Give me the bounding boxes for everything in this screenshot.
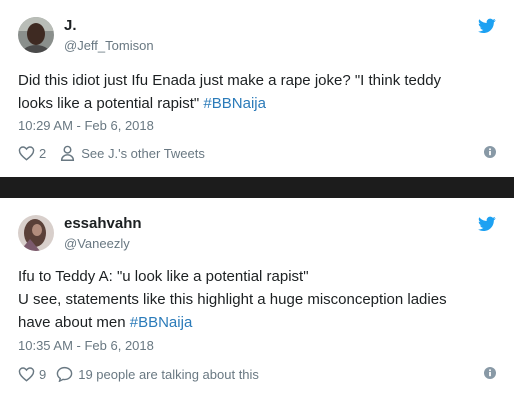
avatar[interactable]: [18, 17, 54, 53]
speech-bubble-icon: [56, 366, 73, 382]
tweet-card[interactable]: J. @Jeff_Tomison Did this idiot just Ifu…: [0, 0, 514, 177]
info-icon[interactable]: [484, 146, 496, 161]
tweet-actions: 2 See J.'s other Tweets: [18, 143, 496, 163]
tweet-timestamp[interactable]: 10:29 AM - Feb 6, 2018: [18, 118, 154, 133]
tweet-card[interactable]: essahvahn @Vaneezly Ifu to Teddy A: "u l…: [0, 198, 514, 403]
tweet-text-line: U see, statements like this highlight a …: [18, 291, 447, 308]
twitter-bird-icon[interactable]: [478, 18, 496, 34]
heart-icon[interactable]: [18, 366, 35, 382]
conversation-label[interactable]: 19 people are talking about this: [78, 367, 259, 382]
avatar[interactable]: [18, 215, 54, 251]
see-other-tweets-label[interactable]: See J.'s other Tweets: [81, 146, 205, 161]
tweet-text-line: Ifu to Teddy A: "u look like a potential…: [18, 268, 309, 285]
tweet-text-line: Did this idiot just Ifu Enada just make …: [18, 72, 442, 89]
author-handle[interactable]: @Jeff_Tomison: [64, 38, 154, 53]
author-name[interactable]: J.: [64, 17, 77, 34]
tweet-text: Did this idiot just Ifu Enada just make …: [18, 69, 496, 115]
like-count: 9: [39, 366, 47, 382]
tweet-timestamp[interactable]: 10:35 AM - Feb 6, 2018: [18, 338, 154, 353]
person-icon: [60, 145, 75, 161]
tweet-text-line: looks like a potential rapist": [18, 95, 204, 112]
twitter-bird-icon[interactable]: [478, 216, 496, 232]
info-icon[interactable]: [484, 367, 496, 382]
tweet-actions: 9 19 people are talking about this: [18, 364, 496, 384]
hashtag-link[interactable]: #BBNaija: [203, 95, 266, 112]
author-handle[interactable]: @Vaneezly: [64, 236, 130, 251]
conversation-link[interactable]: 19 people are talking about this: [56, 366, 259, 382]
like-button[interactable]: 9: [18, 366, 46, 382]
like-count: 2: [39, 145, 47, 161]
hashtag-link[interactable]: #BBNaija: [130, 314, 193, 331]
see-other-tweets-link[interactable]: See J.'s other Tweets: [60, 145, 205, 161]
author-name[interactable]: essahvahn: [64, 215, 142, 232]
tweet-text-line: have about men: [18, 314, 130, 331]
tweet-text: Ifu to Teddy A: "u look like a potential…: [18, 265, 496, 334]
like-button[interactable]: 2: [18, 145, 46, 161]
heart-icon[interactable]: [18, 145, 35, 161]
